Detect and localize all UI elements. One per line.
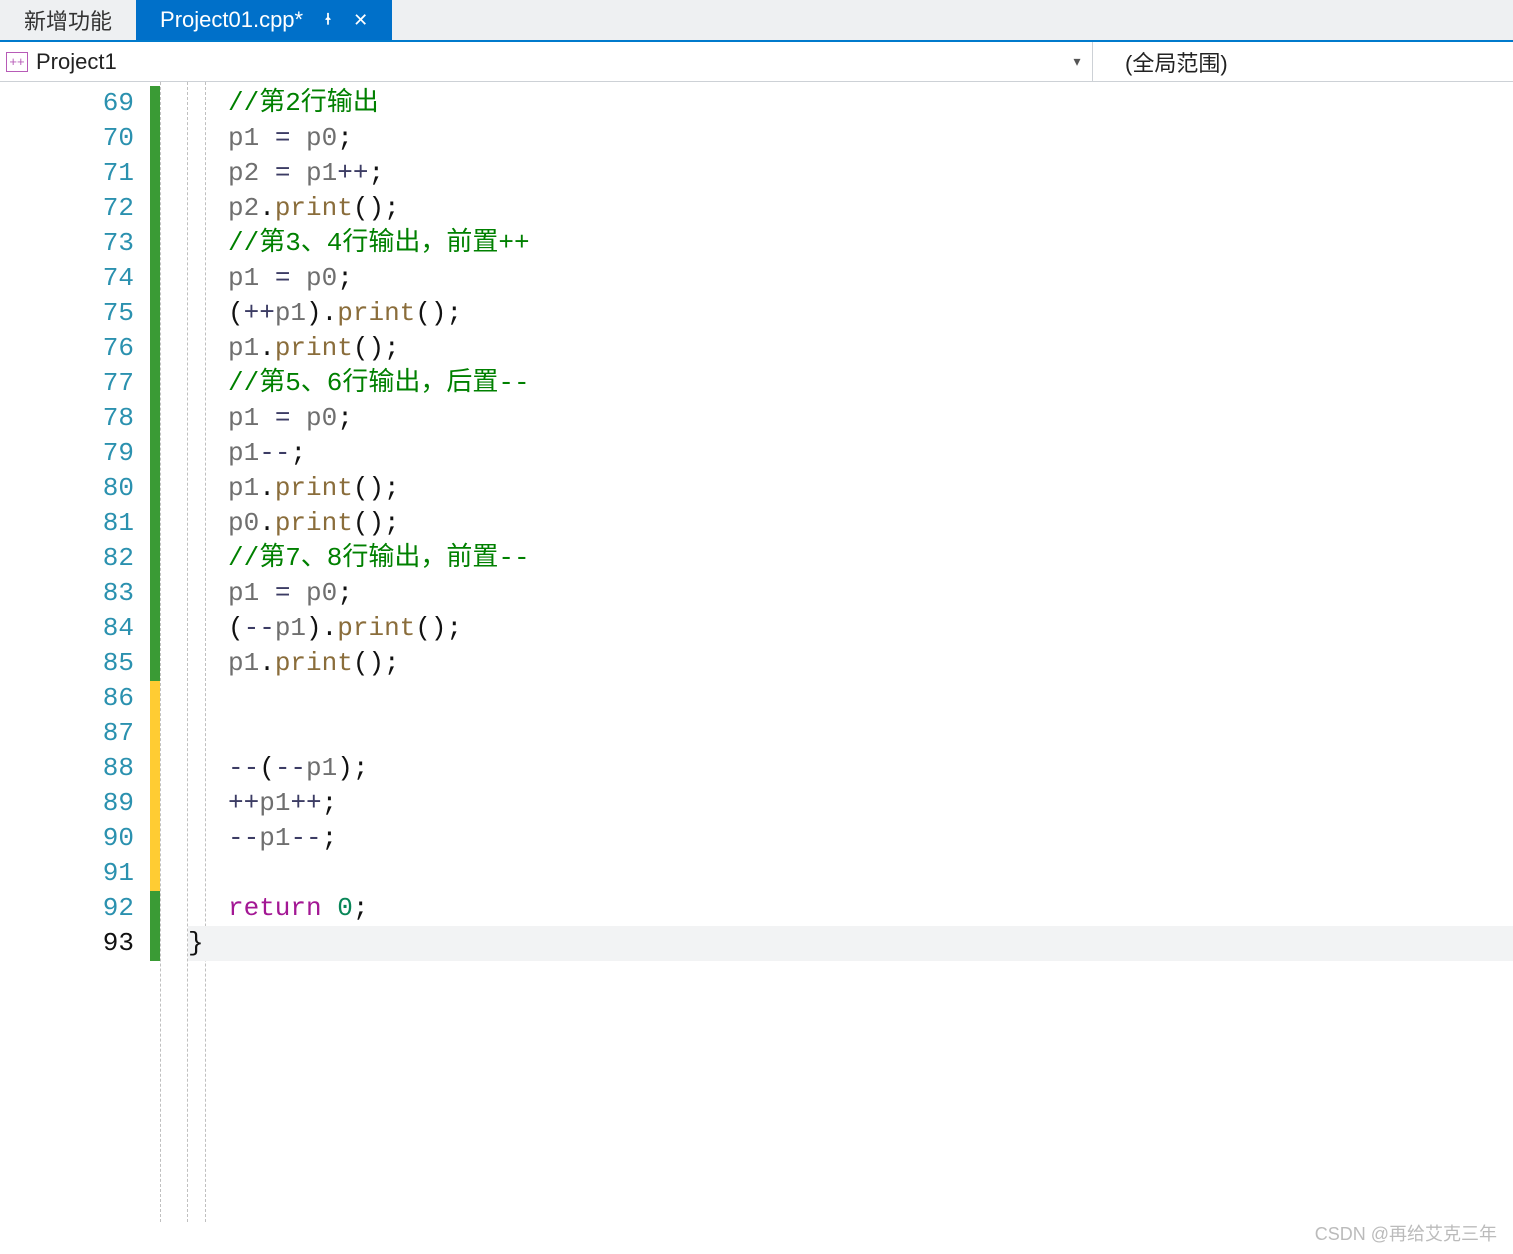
change-indicator: [150, 226, 160, 261]
navigation-bar: ++ Project1 ▾ (全局范围): [0, 42, 1513, 82]
line-number: 76: [0, 331, 134, 366]
line-number: 81: [0, 506, 134, 541]
change-indicator: [150, 86, 160, 121]
line-number: 90: [0, 821, 134, 856]
line-number: 70: [0, 121, 134, 156]
code-line[interactable]: p1 = p0;: [228, 121, 1513, 156]
change-indicator: [150, 611, 160, 646]
change-indicator: [150, 191, 160, 226]
change-indicator: [150, 856, 160, 891]
change-indicator: [150, 121, 160, 156]
code-line[interactable]: p1.print();: [228, 646, 1513, 681]
change-indicator: [150, 331, 160, 366]
change-indicator: [150, 891, 160, 926]
line-number: 75: [0, 296, 134, 331]
line-number: 80: [0, 471, 134, 506]
code-line[interactable]: [228, 681, 1513, 716]
change-indicator: [150, 436, 160, 471]
code-line[interactable]: //第2行输出: [228, 86, 1513, 121]
change-indicator: [150, 506, 160, 541]
code-line[interactable]: //第5、6行输出，后置--: [228, 366, 1513, 401]
code-line[interactable]: --(--p1);: [228, 751, 1513, 786]
change-indicator: [150, 926, 160, 961]
change-indicator-gutter: [150, 82, 160, 1222]
line-number: 85: [0, 646, 134, 681]
tab-bar: 新增功能 Project01.cpp* ✕: [0, 0, 1513, 42]
scope-dropdown[interactable]: (全局范围): [1093, 42, 1513, 81]
line-number: 88: [0, 751, 134, 786]
code-line[interactable]: }: [188, 926, 1513, 961]
change-indicator: [150, 471, 160, 506]
change-indicator: [150, 786, 160, 821]
tab-new-features[interactable]: 新增功能: [0, 0, 136, 40]
line-number: 74: [0, 261, 134, 296]
line-number: 71: [0, 156, 134, 191]
line-number: 78: [0, 401, 134, 436]
code-line[interactable]: return 0;: [228, 891, 1513, 926]
pin-icon[interactable]: [321, 11, 335, 29]
close-icon[interactable]: ✕: [353, 11, 368, 29]
code-line[interactable]: (++p1).print();: [228, 296, 1513, 331]
change-indicator: [150, 751, 160, 786]
change-indicator: [150, 261, 160, 296]
line-number: 69: [0, 86, 134, 121]
code-line[interactable]: //第7、8行输出，前置--: [228, 541, 1513, 576]
code-line[interactable]: p2.print();: [228, 191, 1513, 226]
code-line[interactable]: p1 = p0;: [228, 576, 1513, 611]
change-indicator: [150, 366, 160, 401]
line-number: 92: [0, 891, 134, 926]
code-line[interactable]: [228, 856, 1513, 891]
line-number-gutter: 6970717273747576777879808182838485868788…: [0, 82, 150, 1222]
change-indicator: [150, 401, 160, 436]
project-name: Project1: [36, 49, 117, 75]
change-indicator: [150, 576, 160, 611]
change-indicator: [150, 156, 160, 191]
line-number: 89: [0, 786, 134, 821]
code-line[interactable]: [228, 716, 1513, 751]
code-line[interactable]: p0.print();: [228, 506, 1513, 541]
line-number: 79: [0, 436, 134, 471]
code-editor[interactable]: 6970717273747576777879808182838485868788…: [0, 82, 1513, 1222]
change-indicator: [150, 821, 160, 856]
code-content[interactable]: //第2行输出p1 = p0;p2 = p1++;p2.print();//第3…: [206, 82, 1513, 1222]
tab-label: 新增功能: [24, 4, 112, 36]
line-number: 83: [0, 576, 134, 611]
line-number: 77: [0, 366, 134, 401]
indent-guide: [188, 82, 206, 1222]
watermark-text: CSDN @再给艾克三年: [1315, 1220, 1497, 1246]
line-number: 72: [0, 191, 134, 226]
scope-label: (全局范围): [1125, 46, 1228, 78]
code-line[interactable]: p1--;: [228, 436, 1513, 471]
line-number: 93: [0, 926, 134, 961]
code-line[interactable]: p1.print();: [228, 331, 1513, 366]
code-line[interactable]: ++p1++;: [228, 786, 1513, 821]
code-line[interactable]: p1 = p0;: [228, 401, 1513, 436]
line-number: 87: [0, 716, 134, 751]
chevron-down-icon[interactable]: ▾: [1062, 53, 1092, 70]
line-number: 86: [0, 681, 134, 716]
change-indicator: [150, 681, 160, 716]
project-dropdown[interactable]: ++ Project1 ▾: [0, 42, 1093, 81]
line-number: 91: [0, 856, 134, 891]
change-indicator: [150, 646, 160, 681]
change-indicator: [150, 541, 160, 576]
change-indicator: [150, 716, 160, 751]
line-number: 84: [0, 611, 134, 646]
code-line[interactable]: p1.print();: [228, 471, 1513, 506]
code-line[interactable]: p1 = p0;: [228, 261, 1513, 296]
tab-project01-cpp[interactable]: Project01.cpp* ✕: [136, 0, 392, 40]
change-indicator: [150, 296, 160, 331]
line-number: 82: [0, 541, 134, 576]
line-number: 73: [0, 226, 134, 261]
outline-guide: [160, 82, 188, 1222]
code-line[interactable]: (--p1).print();: [228, 611, 1513, 646]
code-line[interactable]: p2 = p1++;: [228, 156, 1513, 191]
tab-label: Project01.cpp*: [160, 7, 303, 33]
code-line[interactable]: --p1--;: [228, 821, 1513, 856]
cpp-project-icon: ++: [6, 52, 28, 72]
code-line[interactable]: //第3、4行输出，前置++: [228, 226, 1513, 261]
